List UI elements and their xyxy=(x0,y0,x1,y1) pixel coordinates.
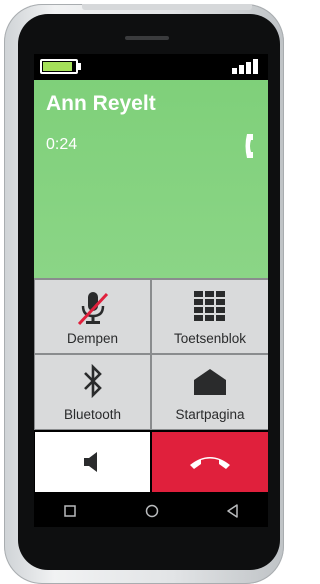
signal-bar xyxy=(253,59,258,74)
speaker-icon xyxy=(84,452,97,472)
earpiece-speaker xyxy=(125,36,169,40)
phone-screen: Ann Reyelt 0:24 Dempen Toetsenblok Bluet… xyxy=(34,54,268,527)
android-nav-bar xyxy=(34,493,268,527)
battery-level-fill xyxy=(43,62,72,71)
keypad-grid-icon xyxy=(194,291,225,321)
signal-bar xyxy=(239,65,244,74)
caller-name: Ann Reyelt xyxy=(46,92,156,115)
status-bar xyxy=(34,54,268,80)
call-duration: 0:24 xyxy=(46,136,78,153)
power-button xyxy=(82,4,252,10)
mute-button[interactable]: Dempen xyxy=(35,280,150,353)
signal-bar xyxy=(246,62,251,74)
home-icon xyxy=(194,369,226,395)
caller-panel: Ann Reyelt 0:24 xyxy=(34,80,268,278)
mute-label: Dempen xyxy=(66,331,119,346)
keypad-label: Toetsenblok xyxy=(173,331,247,346)
square-icon[interactable] xyxy=(60,501,80,521)
circle-icon[interactable] xyxy=(142,501,162,521)
call-controls-grid: Dempen Toetsenblok Bluetooth Startpagina xyxy=(34,278,268,430)
bluetooth-label: Bluetooth xyxy=(63,407,122,422)
keypad-button[interactable]: Toetsenblok xyxy=(152,280,268,353)
call-action-row xyxy=(34,430,268,493)
bluetooth-icon xyxy=(83,364,102,398)
battery-icon xyxy=(40,59,78,74)
triangle-back-icon[interactable] xyxy=(223,501,243,521)
bluetooth-button[interactable]: Bluetooth xyxy=(35,355,150,429)
home-label: Startpagina xyxy=(175,407,245,422)
hangup-button[interactable] xyxy=(152,432,268,492)
microphone-muted-icon xyxy=(77,292,108,326)
battery-tip xyxy=(78,63,81,70)
speaker-button[interactable] xyxy=(35,432,150,492)
home-button[interactable]: Startpagina xyxy=(152,355,268,429)
handset-icon xyxy=(245,134,253,158)
hangup-phone-icon xyxy=(190,457,230,469)
signal-strength-icon xyxy=(232,59,262,74)
signal-bar xyxy=(232,68,237,74)
